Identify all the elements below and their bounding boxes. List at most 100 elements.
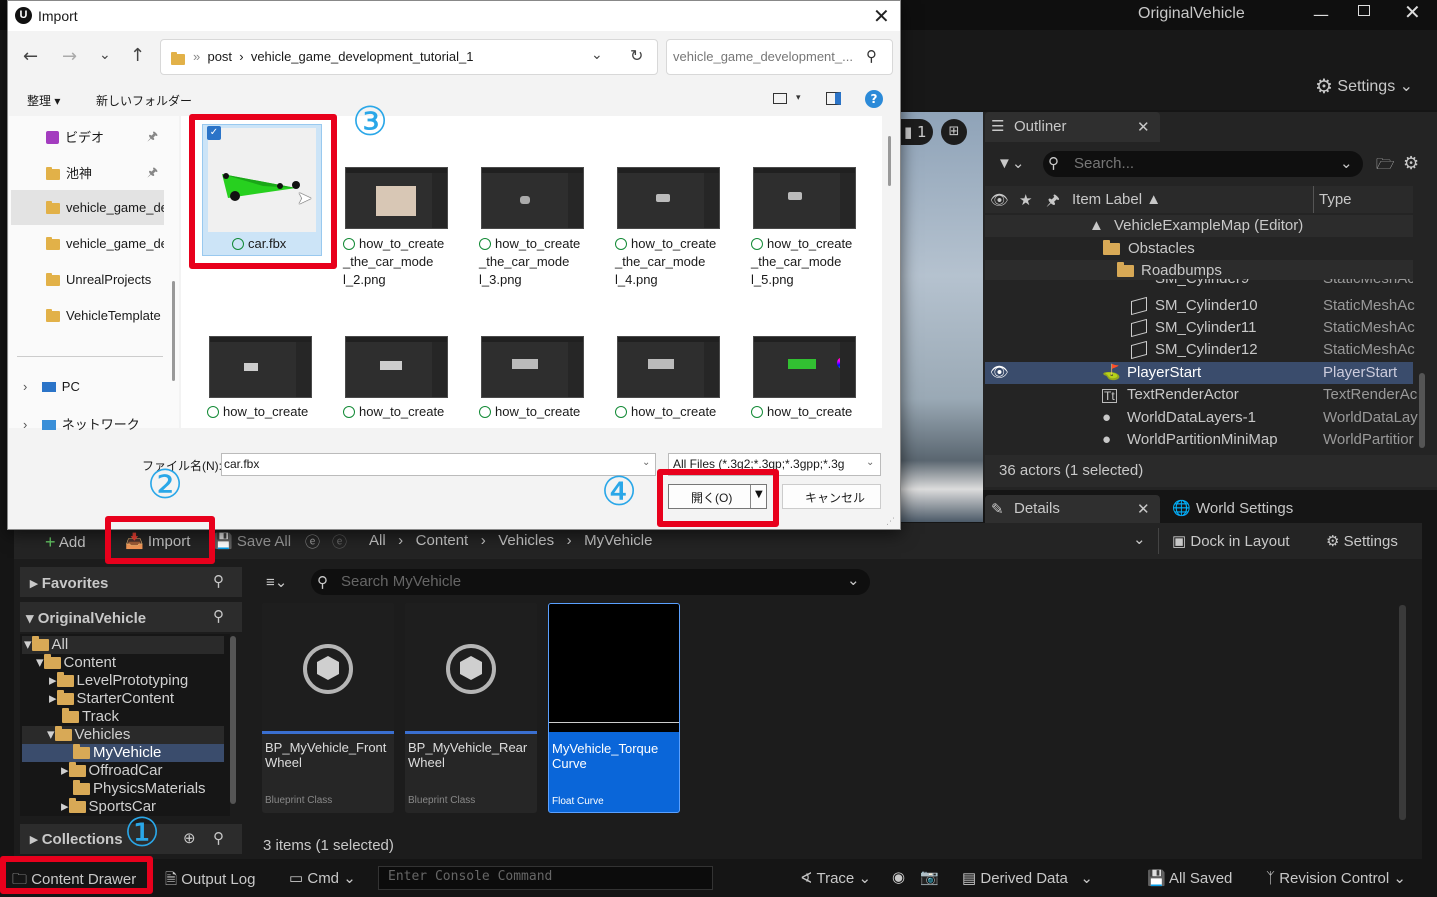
view-mode-icon[interactable] [773,93,787,104]
add-collection-icon[interactable]: ⊕ [183,829,196,847]
view-dropdown-icon[interactable]: ▾ [796,93,801,103]
history-back-icon[interactable]: ⓔ [305,531,320,552]
outliner-row[interactable]: SM_Cylinder9StaticMeshAc [985,279,1413,291]
col-item-label[interactable]: Item Label ▲ [1072,191,1161,208]
file-thumbnail[interactable] [753,336,856,398]
trace-button[interactable]: ∢ Trace ⌄ [800,869,871,887]
tree-item-vehicles[interactable]: ▾ Vehicles [47,726,130,744]
preview-pane-icon[interactable] [826,92,841,105]
refresh-icon[interactable]: ↻ [630,46,643,65]
nav-back-icon[interactable]: ← [23,46,38,67]
new-folder-button[interactable]: 新しいフォルダー [96,92,192,109]
output-log-button[interactable]: 🗎 Output Log [165,869,255,894]
file-name[interactable]: how_to_create [615,403,737,428]
asset-card[interactable]: BP_MyVehicle_Front Wheel Blueprint Class [262,603,394,813]
file-thumbnail[interactable] [481,167,584,229]
filter-icon[interactable]: ▼⌄ [997,154,1024,172]
viewport-layout-icon[interactable]: ⊞ [941,119,967,145]
add-folder-icon[interactable]: 🗁 [1376,154,1395,179]
derived-data-button[interactable]: ▤ Derived Data ⌄ [962,869,1093,887]
breadcrumb-item[interactable]: Content [416,532,469,549]
nav-item-pc[interactable]: › PC [23,379,80,394]
tree-item-content[interactable]: ▾ Content [36,654,116,672]
nav-item-video[interactable]: ビデオ [46,127,104,146]
file-name[interactable]: how_to_create _the_car_mode l_2.png [343,235,465,289]
all-saved-button[interactable]: 💾 All Saved [1147,869,1232,887]
gear-icon[interactable]: ⚙ [1403,153,1419,174]
viewport[interactable] [900,112,983,522]
add-button[interactable]: + Add [45,532,86,553]
nav-item-vehicle-game-2[interactable]: vehicle_game_de [46,236,164,251]
outliner-row[interactable]: ● WorldDataLayers-1 WorldDataLay [985,407,1418,429]
asset-filter-icon[interactable]: ≡⌄ [266,573,287,591]
eye-icon[interactable]: 👁 [990,362,1009,384]
file-thumbnail[interactable] [481,336,584,398]
tree-scrollbar[interactable] [230,636,236,804]
file-scrollbar[interactable] [888,136,891,186]
nav-forward-icon[interactable]: → [62,46,77,67]
path-segment[interactable]: post [207,49,232,64]
filename-dropdown-icon[interactable]: ⌄ [642,457,650,468]
file-name[interactable]: how_to_create [479,403,601,428]
address-dropdown-icon[interactable]: ⌄ [591,47,603,63]
save-all-button[interactable]: 💾 Save All [214,532,291,550]
outliner-row[interactable]: Obstacles [985,238,1413,260]
col-type[interactable]: Type [1319,191,1352,208]
filename-input[interactable] [221,453,656,476]
file-name[interactable]: how_to_create _the_car_mode l_5.png [751,235,873,289]
nav-item-vehicle-game-1[interactable]: vehicle_game_de [46,200,164,215]
file-name[interactable]: how_to_create _the_car_mode l_3.png [479,235,601,289]
outliner-row-selected[interactable]: 👁 ⛳ PlayerStart PlayerStart [985,362,1413,384]
outliner-scrollbar[interactable] [1419,373,1425,448]
file-name[interactable]: how_to_create [343,403,465,428]
star-icon[interactable]: ★ [1019,191,1032,209]
cmd-button[interactable]: ▭ Cmd ⌄ [289,869,356,887]
file-thumbnail[interactable] [345,336,448,398]
outliner-row[interactable]: ▲ VehicleExampleMap (Editor) [985,215,1413,237]
breadcrumb-dropdown-icon[interactable]: ⌄ [1133,530,1146,548]
outliner-row[interactable]: Tt TextRenderActor TextRenderAc [985,384,1417,406]
outliner-tab[interactable] [985,112,1160,142]
file-name[interactable]: how_to_create [751,403,873,428]
file-type-dropdown-icon[interactable]: ⌄ [866,457,874,468]
asset-card-selected[interactable]: MyVehicle_Torque Curve Float Curve [548,603,680,813]
nav-item-network[interactable]: › ネットワーク [23,414,140,433]
assets-scrollbar[interactable] [1399,605,1406,820]
nav-recent-icon[interactable]: ⌄ [99,47,111,63]
breadcrumb-item[interactable]: Vehicles [498,532,554,549]
record-icon[interactable]: ◉ [892,868,905,886]
file-name[interactable]: how_to_create _the_car_mode l_4.png [615,235,737,289]
search-icon[interactable]: ⚲ [213,572,224,590]
minimize-icon[interactable]: — [1313,5,1329,24]
outliner-row[interactable]: SM_Cylinder11 StaticMeshAc [985,317,1415,339]
breadcrumb-item[interactable]: All [369,532,386,549]
details-close-icon[interactable]: ✕ [1137,500,1150,518]
file-thumbnail[interactable] [753,167,856,229]
resize-grip-icon[interactable]: ⋰ [886,517,895,527]
outliner-row[interactable]: SM_Cylinder12 StaticMeshAc [985,339,1415,361]
tree-item-myvehicle[interactable]: MyVehicle [73,744,161,762]
file-thumbnail[interactable] [209,336,312,398]
history-forward-icon[interactable]: ⓔ [332,531,347,552]
tree-item-all[interactable]: ▾ All [24,636,68,654]
pin-icon[interactable]: 🖈 [147,127,158,148]
help-icon[interactable]: ? [865,90,883,108]
file-thumbnail[interactable] [617,336,720,398]
world-settings-tab[interactable]: World Settings [1196,500,1293,517]
tree-item-levelprototyping[interactable]: ▸ LevelPrototyping [49,672,188,690]
revision-control-button[interactable]: ᛉ Revision Control ⌄ [1266,869,1406,887]
toolbar-settings-button[interactable]: ⚙ Settings ⌄ [1315,74,1413,99]
dialog-close-icon[interactable]: ✕ [873,4,890,28]
asset-card[interactable]: BP_MyVehicle_Rear Wheel Blueprint Class [405,603,537,813]
nav-item-vehicletemplate[interactable]: VehicleTemplate [46,308,164,323]
nav-item-unrealprojects[interactable]: UnrealProjects [46,272,151,287]
tree-item-startercontent[interactable]: ▸ StarterContent [49,690,174,708]
nav-item-ikegami[interactable]: 池神 [46,163,92,182]
outliner-row[interactable]: SM_Cylinder10 StaticMeshAc [985,295,1415,317]
viewport-camera-button[interactable]: ▮ 1 [900,119,933,145]
file-thumbnail[interactable] [617,167,720,229]
close-window-icon[interactable]: ✕ [1404,0,1421,24]
nav-scrollbar[interactable] [172,281,175,381]
details-tab[interactable] [985,495,1160,523]
maximize-icon[interactable] [1358,5,1370,16]
